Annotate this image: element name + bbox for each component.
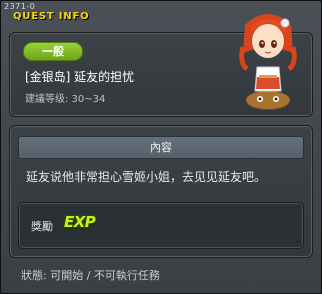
exp-reward-icon: EXP	[64, 213, 96, 231]
reward-label: 獎勵	[31, 220, 53, 233]
quest-category-badge: 一般	[23, 42, 83, 61]
npc-character-portrait	[239, 14, 297, 110]
quest-description: 延友说他非常担心雪姬小姐，去见见延友吧。	[26, 170, 267, 184]
reward-box	[18, 202, 304, 249]
quest-recommended-level: 建議等级: 30~34	[25, 94, 106, 105]
quest-info-window: 2371-0 QUEST INFO 一般 [金银岛] 延友的担忧 建議等级: 3…	[0, 0, 322, 294]
window-title: QUEST INFO	[13, 11, 90, 22]
quest-id-tag: 2371-0	[4, 2, 36, 11]
quest-status-text: 狀態: 可開始 / 不可執行任務	[21, 269, 160, 282]
quest-name: [金银岛] 延友的担忧	[25, 70, 135, 84]
content-section-header: 內容	[18, 136, 304, 159]
